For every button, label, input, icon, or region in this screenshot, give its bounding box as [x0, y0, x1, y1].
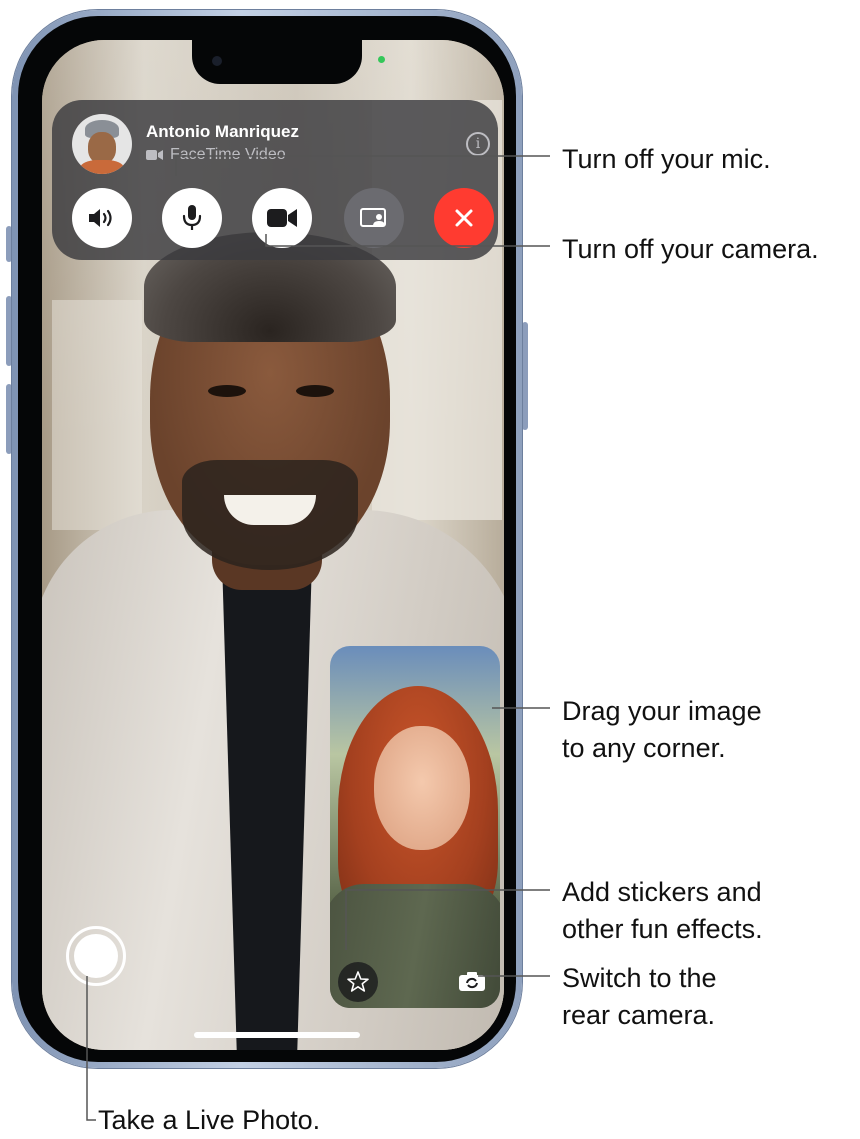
callout-switch-line2: rear camera.: [562, 1000, 716, 1030]
callout-stickers-line1: Add stickers and: [562, 877, 762, 907]
callout-mic: Turn off your mic.: [562, 144, 771, 174]
callout-drag-line2: to any corner.: [562, 733, 726, 763]
callout-live-photo: Take a Live Photo.: [98, 1105, 321, 1135]
callout-switch-line1: Switch to the: [562, 963, 717, 993]
callout-drag-line1: Drag your image: [562, 696, 762, 726]
callout-camera: Turn off your camera.: [562, 234, 819, 264]
callout-stickers-line2: other fun effects.: [562, 914, 763, 944]
